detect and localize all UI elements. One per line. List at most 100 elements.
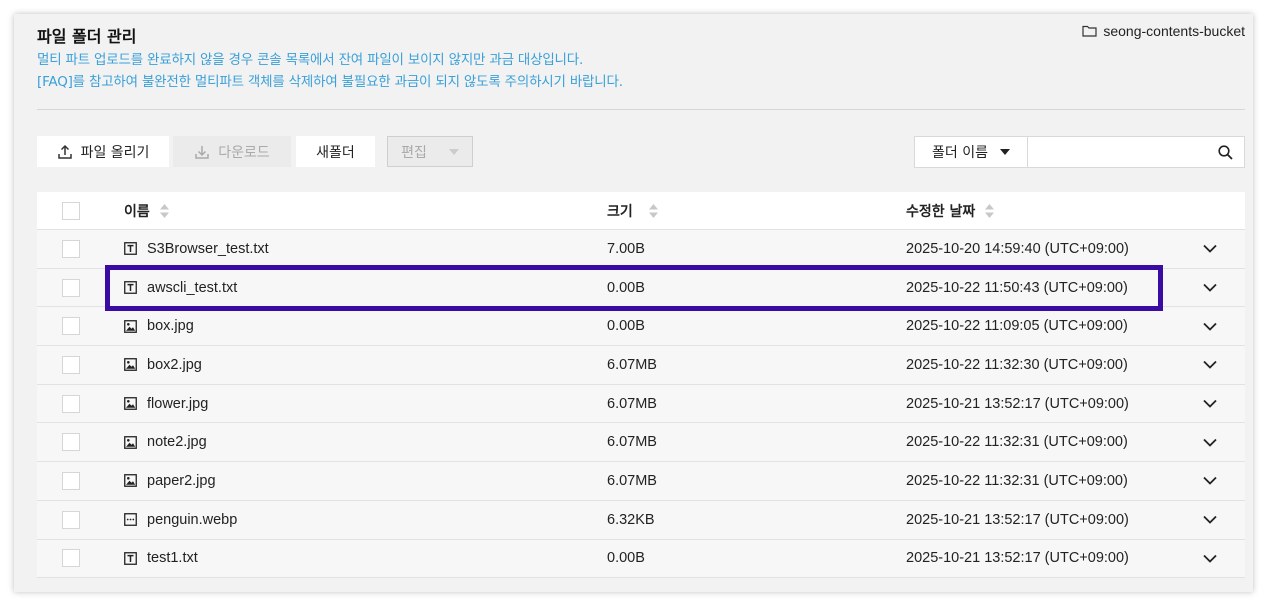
column-header-name-label: 이름 (124, 203, 150, 220)
text-file-icon (124, 242, 137, 256)
file-name[interactable]: box.jpg (147, 318, 194, 334)
file-name[interactable]: S3Browser_test.txt (147, 241, 269, 257)
chevron-down-icon[interactable] (1203, 399, 1217, 408)
search-icon[interactable] (1218, 145, 1233, 160)
row-checkbox[interactable] (62, 549, 80, 568)
generic-file-icon (124, 513, 137, 527)
row-checkbox[interactable] (62, 317, 80, 336)
image-file-icon (124, 435, 137, 449)
table-row[interactable]: penguin.webp 6.32KB 2025-10-21 13:52:17 … (37, 500, 1245, 540)
table-row[interactable]: box2.jpg 6.07MB 2025-10-22 11:32:30 (UTC… (37, 346, 1245, 385)
upload-icon (57, 144, 72, 159)
text-file-icon (124, 551, 137, 565)
row-checkbox[interactable] (62, 355, 80, 374)
row-checkbox[interactable] (62, 394, 80, 413)
chevron-down-icon[interactable] (1203, 438, 1217, 447)
chevron-down-icon[interactable] (1203, 322, 1217, 331)
column-header-modified[interactable]: 수정한 날짜 (906, 192, 995, 229)
new-folder-button-label: 새폴더 (316, 144, 355, 161)
file-manager-panel: 파일 폴더 관리 seong-contents-bucket 멀티 파트 업로드… (14, 14, 1253, 592)
file-modified: 2025-10-21 13:52:17 (UTC+09:00) (906, 395, 1129, 412)
table-body: S3Browser_test.txt 7.00B 2025-10-20 14:5… (37, 230, 1245, 579)
download-icon (195, 145, 209, 159)
column-header-name[interactable]: 이름 (124, 192, 169, 229)
table-row[interactable]: note2.jpg 6.07MB 2025-10-22 11:32:31 (UT… (37, 423, 1245, 463)
sort-icon (159, 203, 169, 218)
image-file-icon (124, 358, 137, 372)
caret-down-icon (999, 149, 1010, 155)
table-row[interactable]: box.jpg 0.00B 2025-10-22 11:09:05 (UTC+0… (37, 307, 1245, 347)
table-row[interactable]: flower.jpg 6.07MB 2025-10-21 13:52:17 (U… (37, 384, 1245, 424)
table-row[interactable]: S3Browser_test.txt 7.00B 2025-10-20 14:5… (37, 230, 1245, 269)
upload-button[interactable]: 파일 올리기 (37, 136, 169, 167)
file-name[interactable]: note2.jpg (147, 434, 207, 450)
row-checkbox[interactable] (62, 433, 80, 452)
chevron-down-icon[interactable] (1203, 554, 1217, 563)
notice-line-2: [FAQ]를 참고하여 불완전한 멀티파트 객체를 삭제하여 불필요한 과금이 … (37, 74, 623, 90)
column-header-size[interactable]: 크기 (607, 192, 658, 229)
file-name[interactable]: box2.jpg (147, 357, 202, 373)
file-modified: 2025-10-21 13:52:17 (UTC+09:00) (906, 511, 1129, 528)
row-checkbox[interactable] (62, 278, 80, 297)
upload-button-label: 파일 올리기 (80, 144, 150, 161)
notice-line-1: 멀티 파트 업로드를 완료하지 않을 경우 콘솔 목록에서 잔여 파일이 보이지… (37, 52, 584, 68)
file-modified: 2025-10-22 11:50:43 (UTC+09:00) (906, 279, 1128, 296)
caret-down-icon (448, 148, 459, 155)
table-row[interactable]: paper2.jpg 6.07MB 2025-10-22 11:32:31 (U… (37, 462, 1245, 501)
file-modified: 2025-10-22 11:32:31 (UTC+09:00) (906, 472, 1128, 489)
download-button[interactable]: 다운로드 (173, 136, 291, 167)
search-input[interactable] (1028, 137, 1208, 167)
sort-icon (648, 203, 658, 218)
bucket-label: seong-contents-bucket (1082, 23, 1245, 39)
file-name[interactable]: paper2.jpg (147, 473, 216, 489)
table-row[interactable]: test1.txt 0.00B 2025-10-21 13:52:17 (UTC… (37, 539, 1245, 579)
divider (37, 109, 1245, 110)
file-modified: 2025-10-22 11:32:31 (UTC+09:00) (906, 434, 1128, 451)
file-size: 6.07MB (607, 434, 657, 451)
search-field-select-label: 폴더 이름 (932, 145, 988, 161)
file-name[interactable]: penguin.webp (147, 512, 237, 528)
chevron-down-icon[interactable] (1203, 360, 1217, 370)
row-checkbox[interactable] (62, 239, 80, 258)
sort-icon (985, 203, 995, 218)
row-checkbox[interactable] (62, 471, 80, 490)
select-all-checkbox[interactable] (62, 201, 80, 220)
chevron-down-icon[interactable] (1203, 476, 1217, 486)
file-name[interactable]: test1.txt (147, 550, 198, 566)
text-file-icon (124, 281, 137, 294)
text-file-icon (124, 551, 137, 565)
image-file-icon (124, 435, 137, 449)
folder-icon (1082, 25, 1097, 37)
image-file-icon (124, 358, 137, 372)
new-folder-button[interactable]: 새폴더 (296, 136, 375, 167)
file-name[interactable]: awscli_test.txt (147, 280, 237, 296)
file-modified: 2025-10-22 11:09:05 (UTC+09:00) (906, 318, 1128, 335)
chevron-down-icon[interactable] (1203, 515, 1217, 524)
table-row[interactable]: awscli_test.txt 0.00B 2025-10-22 11:50:4… (37, 268, 1245, 308)
image-file-icon (124, 397, 137, 410)
bucket-name: seong-contents-bucket (1103, 23, 1245, 39)
chevron-down-icon[interactable] (1203, 244, 1217, 254)
file-size: 6.32KB (607, 511, 655, 528)
download-button-label: 다운로드 (218, 144, 270, 161)
image-file-icon (124, 397, 137, 410)
row-checkbox[interactable] (62, 510, 80, 529)
file-modified: 2025-10-20 14:59:40 (UTC+09:00) (906, 240, 1129, 257)
file-size: 6.07MB (607, 395, 657, 412)
text-file-icon (124, 281, 137, 294)
edit-button-label: 편집 (401, 144, 427, 161)
edit-dropdown-button[interactable]: 편집 (387, 136, 473, 167)
file-size: 7.00B (607, 240, 645, 257)
file-name[interactable]: flower.jpg (147, 396, 208, 412)
file-size: 0.00B (607, 279, 645, 296)
image-file-icon (124, 474, 137, 488)
file-table: 이름 크기 수정한 날짜 S3Browser_test.txt 7.00B 20… (37, 192, 1245, 579)
file-size: 6.07MB (607, 356, 657, 373)
search-field-select[interactable]: 폴더 이름 (914, 136, 1028, 168)
file-modified: 2025-10-21 13:52:17 (UTC+09:00) (906, 550, 1129, 567)
file-modified: 2025-10-22 11:32:30 (UTC+09:00) (906, 356, 1128, 373)
column-header-size-label: 크기 (607, 203, 633, 220)
image-file-icon (124, 319, 137, 333)
chevron-down-icon[interactable] (1203, 283, 1217, 292)
file-size: 0.00B (607, 550, 645, 567)
